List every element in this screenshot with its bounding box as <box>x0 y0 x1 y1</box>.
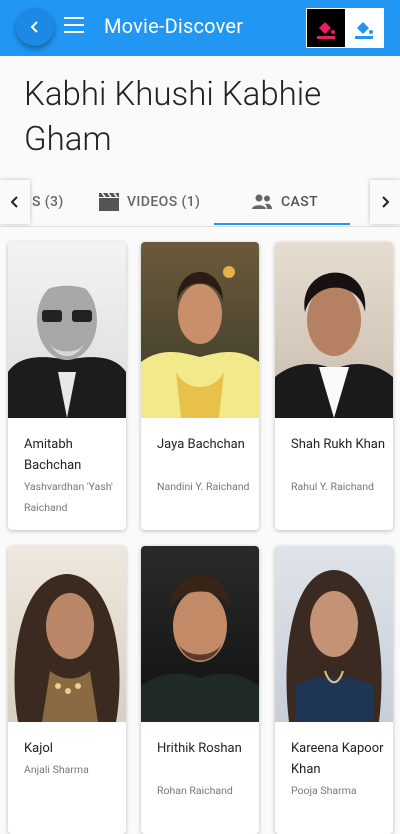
cast-photo <box>141 242 259 418</box>
cast-role: Rohan Raichand <box>157 784 233 797</box>
chevron-left-icon <box>30 21 38 33</box>
cast-name: Hrithik Roshan <box>157 741 242 756</box>
cast-name: Kareena Kapoor Khan <box>291 741 384 777</box>
people-icon <box>252 194 272 209</box>
cast-name: Kajol <box>24 741 53 756</box>
cast-photo <box>8 546 126 722</box>
page-title: Kabhi Khushi Kabhie Gham <box>24 75 322 159</box>
cast-role: Rahul Y. Raichand <box>291 480 374 493</box>
cast-name: Jaya Bachchan <box>157 437 245 452</box>
cast-photo <box>8 242 126 418</box>
back-button[interactable] <box>16 8 54 46</box>
cast-name: Shah Rukh Khan <box>291 437 386 452</box>
chevron-left-icon <box>10 196 18 208</box>
app-bar: Movie-Discover <box>0 0 400 56</box>
tab-cast[interactable]: CAST <box>251 178 318 226</box>
clapperboard-icon <box>99 193 119 211</box>
cast-card[interactable]: Kajol Anjali Sharma <box>8 546 126 834</box>
cast-name: Amitabh Bachchan <box>24 437 82 473</box>
cast-card[interactable]: Hrithik Roshan Rohan Raichand <box>141 546 259 834</box>
cast-role: Pooja Sharma <box>291 784 357 797</box>
tab-label: VIDEOS (1) <box>127 194 201 210</box>
tab-label: CAST <box>281 194 319 210</box>
cast-card[interactable]: Jaya Bachchan Nandini Y. Raichand <box>141 242 259 530</box>
dark-theme-button[interactable] <box>307 9 345 47</box>
cast-photo <box>141 546 259 722</box>
paint-bucket-icon <box>355 22 373 39</box>
theme-toggle <box>306 8 384 48</box>
tab-label: S (3) <box>32 194 64 210</box>
tab-images[interactable]: S (3) <box>32 178 64 226</box>
paint-bucket-icon <box>317 22 335 39</box>
chevron-right-icon <box>382 196 390 208</box>
cast-role: Anjali Sharma <box>24 763 89 776</box>
cast-role: Yashvardhan 'Yash' Raichand <box>24 480 113 514</box>
tab-bar: S (3) VIDEOS (1) CAST <box>0 178 400 227</box>
cast-photo <box>275 546 393 722</box>
cast-role: Nandini Y. Raichand <box>157 480 250 493</box>
cast-photo <box>275 242 393 418</box>
tab-scroll-right-button[interactable] <box>370 180 400 224</box>
cast-card[interactable]: Amitabh Bachchan Yashvardhan 'Yash' Raic… <box>8 242 126 530</box>
menu-icon[interactable] <box>64 17 84 33</box>
active-tab-indicator <box>214 223 350 225</box>
app-title: Movie-Discover <box>104 14 244 38</box>
light-theme-button[interactable] <box>345 9 383 47</box>
cast-card[interactable]: Kareena Kapoor Khan Pooja Sharma <box>275 546 393 834</box>
tab-videos[interactable]: VIDEOS (1) <box>99 178 200 226</box>
cast-card[interactable]: Shah Rukh Khan Rahul Y. Raichand <box>275 242 393 530</box>
tab-scroll-left-button[interactable] <box>0 180 30 224</box>
